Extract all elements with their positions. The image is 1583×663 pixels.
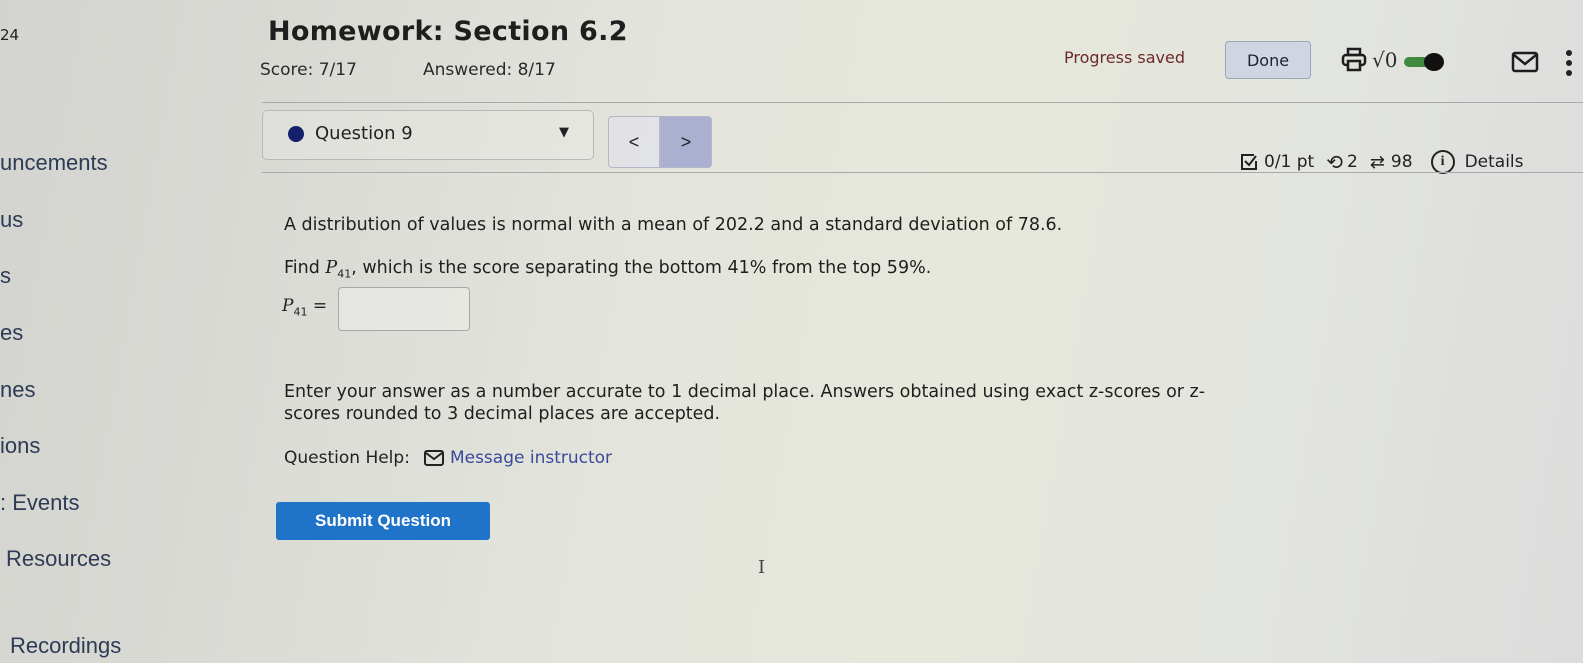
- message-instructor-label: Message instructor: [449, 448, 613, 468]
- points-text: 0/1 pt: [1264, 152, 1315, 172]
- sidebar-item-recordings[interactable]: Recordings: [10, 633, 121, 659]
- progress-status: Progress saved: [1064, 48, 1185, 67]
- info-icon[interactable]: i: [1430, 150, 1455, 174]
- header-divider: [262, 102, 1583, 103]
- p-subscript: 41: [337, 267, 352, 281]
- equals-sign: =: [312, 296, 328, 316]
- question-status-dot: [288, 126, 304, 142]
- percentile-symbol: P41: [325, 258, 352, 281]
- page-title: Homework: Section 6.2: [268, 16, 628, 47]
- question-find: Find P41, which is the score separating …: [284, 258, 931, 281]
- question-nav-divider: [262, 172, 1583, 173]
- p-letter: P: [325, 258, 338, 278]
- question-select-label: Question 9: [315, 123, 413, 144]
- sidebar-item-resources[interactable]: Resources: [6, 546, 111, 572]
- question-select[interactable]: Question 9 ▼: [262, 110, 594, 160]
- details-link[interactable]: Details: [1465, 152, 1524, 172]
- toggle-knob: [1424, 53, 1444, 71]
- question-meta: 0/1 pt ⟲ 2 ⇄ 98 i Details: [1240, 150, 1524, 174]
- instruction-line-1: Enter your answer as a number accurate t…: [284, 382, 1206, 402]
- toggle-switch[interactable]: [1404, 53, 1446, 71]
- checkbox-icon: [1240, 153, 1258, 171]
- retry-icon: ⟲: [1326, 150, 1343, 174]
- sidebar-item-5[interactable]: nes: [0, 377, 35, 403]
- sqrt-icon[interactable]: √0: [1372, 48, 1397, 72]
- answered-text: Answered: 8/17: [423, 60, 556, 80]
- answer-p-letter: P: [282, 296, 294, 316]
- answer-input[interactable]: [338, 287, 470, 331]
- attempts-icon: ⇄: [1369, 151, 1385, 173]
- question-help-label: Question Help:: [284, 448, 410, 468]
- text-cursor-icon: I: [758, 557, 766, 578]
- sidebar-item-3[interactable]: s: [0, 263, 11, 289]
- question-statement: A distribution of values is normal with …: [284, 215, 1063, 235]
- previous-question-button[interactable]: <: [608, 116, 660, 168]
- retries-count: 2: [1347, 152, 1358, 172]
- sidebar-item-events[interactable]: : Events: [0, 490, 79, 516]
- submit-question-button[interactable]: Submit Question: [276, 502, 490, 540]
- more-vertical-icon[interactable]: [1564, 48, 1574, 82]
- score-text: Score: 7/17: [260, 60, 357, 80]
- answer-p-subscript: 41: [293, 305, 308, 319]
- printer-icon[interactable]: [1340, 46, 1368, 78]
- mail-icon[interactable]: [1511, 50, 1539, 78]
- done-button[interactable]: Done: [1225, 41, 1311, 79]
- find-prefix: Find: [284, 258, 326, 278]
- sidebar-partial-number: 24: [0, 26, 20, 44]
- caret-down-icon: ▼: [559, 125, 569, 140]
- question-help: Question Help: Message instructor: [284, 448, 612, 468]
- find-suffix: , which is the score separating the bott…: [351, 258, 932, 278]
- sidebar-item-4[interactable]: es: [0, 320, 23, 346]
- message-instructor-link[interactable]: Message instructor: [423, 448, 613, 468]
- next-question-button[interactable]: >: [660, 116, 712, 168]
- mail-icon: [423, 450, 444, 466]
- answer-label: P41 =: [282, 296, 327, 318]
- sidebar-item-syllabus[interactable]: us: [0, 207, 23, 233]
- sidebar-item-announcements[interactable]: uncements: [0, 150, 108, 176]
- instruction-line-2: scores rounded to 3 decimal places are a…: [284, 404, 721, 424]
- attempts-count: 98: [1390, 152, 1413, 172]
- course-sidebar: 24 uncements us s es nes ions : Events R…: [0, 0, 250, 663]
- sidebar-item-6[interactable]: ions: [0, 433, 40, 459]
